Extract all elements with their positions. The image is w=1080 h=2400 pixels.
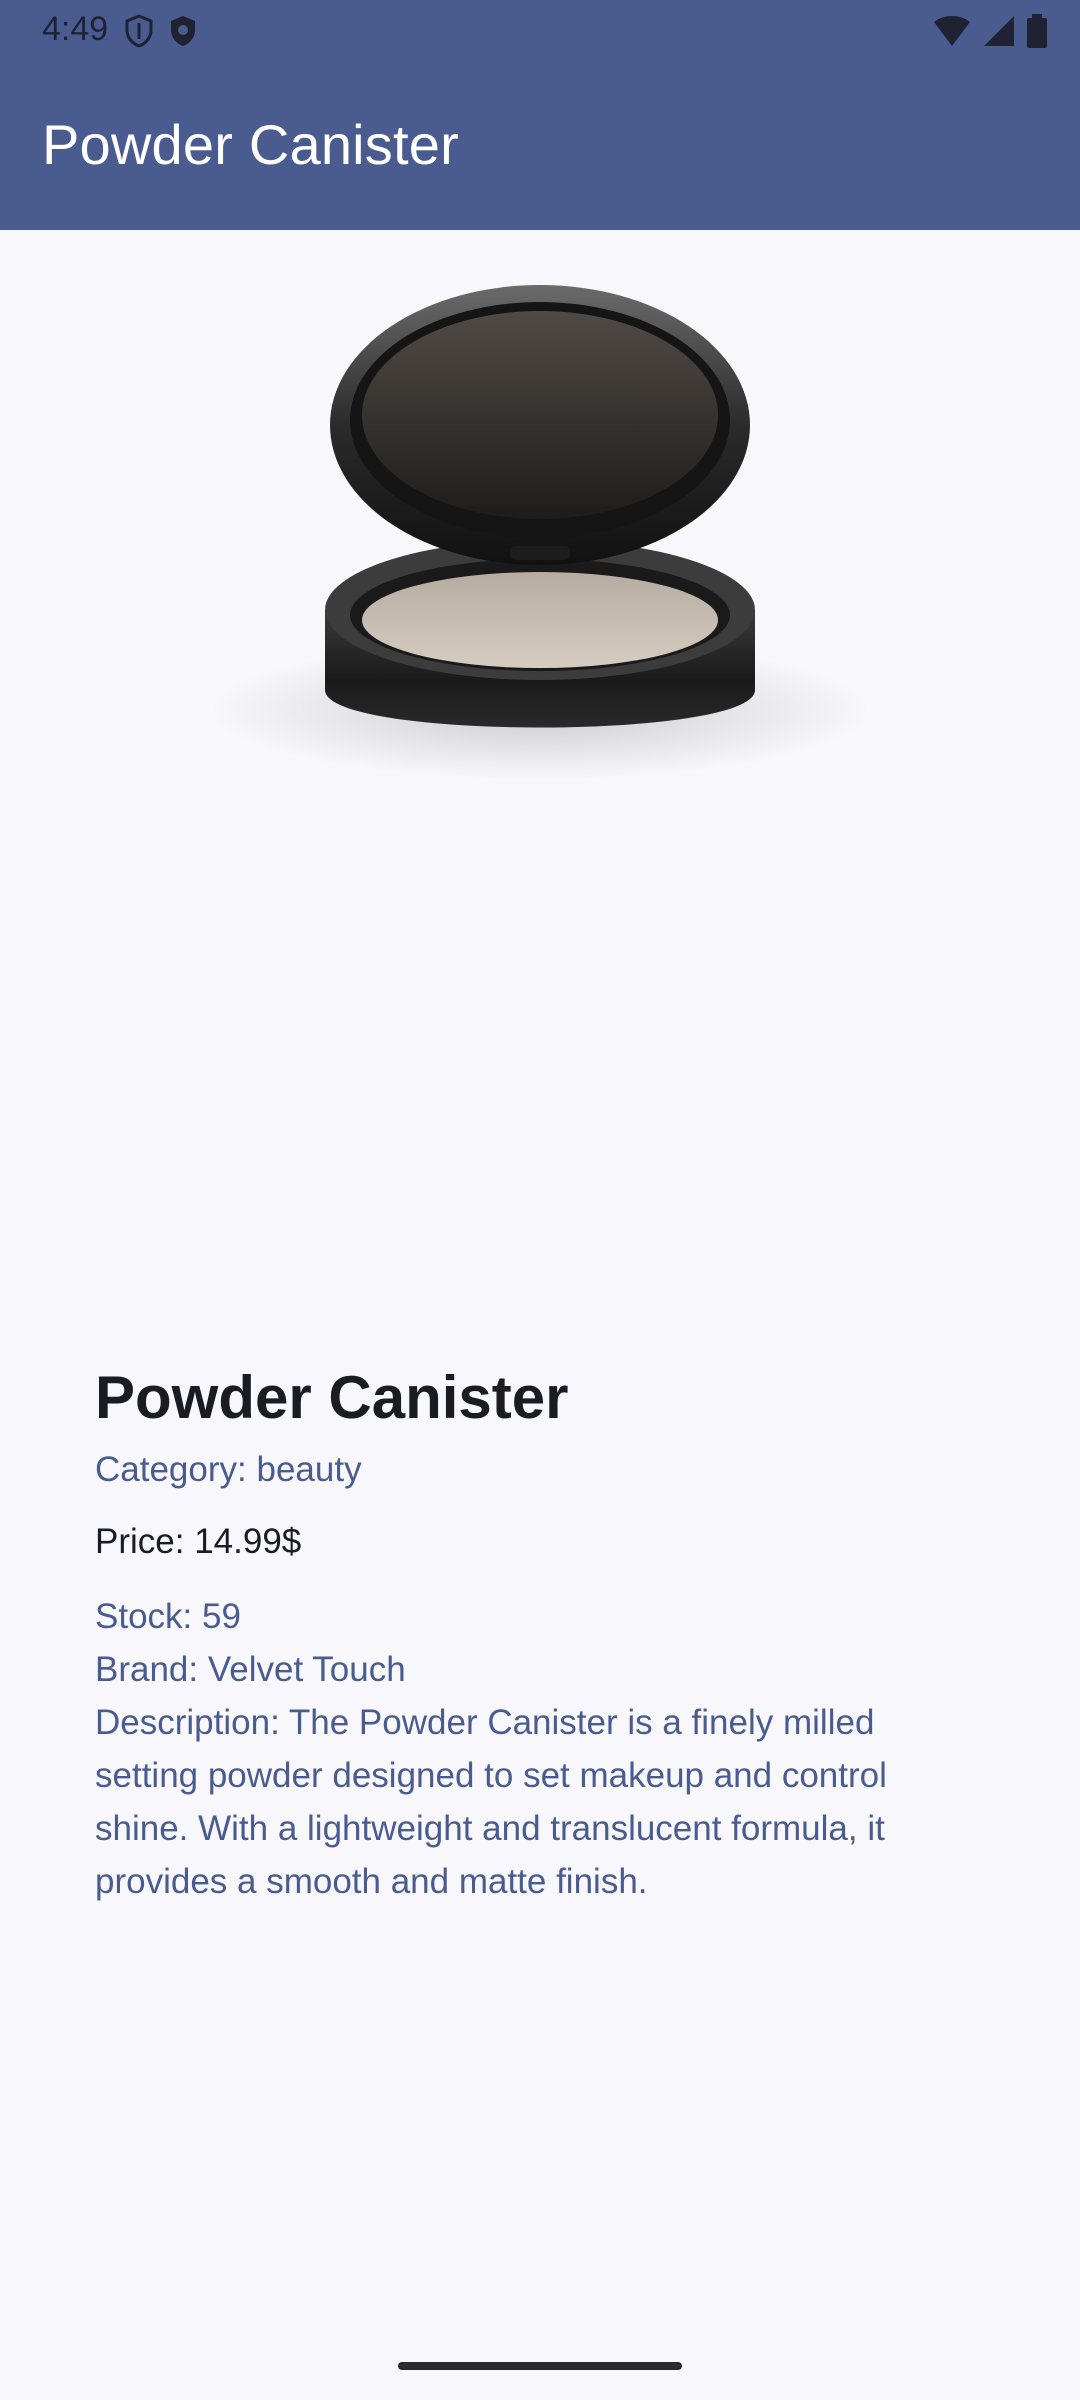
cellular-signal-icon (982, 14, 1016, 53)
description-label: Description: (95, 1703, 280, 1742)
app-bar: Powder Canister (0, 62, 1080, 230)
shield-solid-icon (168, 14, 198, 53)
status-right-icons (932, 14, 1048, 53)
price-value: 14.99$ (194, 1522, 302, 1561)
wifi-icon (932, 14, 972, 53)
status-left-icons (124, 14, 198, 53)
brand-value: Velvet Touch (207, 1650, 406, 1689)
status-bar: 4:49 (0, 0, 1080, 62)
battery-icon (1026, 14, 1048, 53)
stock-label: Stock: (95, 1597, 193, 1636)
status-time: 4:49 (42, 10, 109, 48)
stock-value: 59 (202, 1597, 241, 1636)
brand-row: Brand: Velvet Touch (95, 1643, 975, 1696)
product-category: Category: beauty (95, 1446, 975, 1494)
description-row: Description: The Powder Canister is a fi… (95, 1696, 975, 1908)
app-bar-title: Powder Canister (42, 113, 459, 176)
category-label: Category: (95, 1450, 247, 1489)
stock-row: Stock: 59 (95, 1590, 975, 1643)
product-name: Powder Canister (95, 1364, 569, 1431)
category-value: beauty (256, 1450, 362, 1489)
product-price: Price: 14.99$ (95, 1518, 975, 1566)
product-info: Powder Canister Category: beauty Price: … (95, 1360, 975, 1908)
shield-icon (124, 14, 154, 53)
brand-label: Brand: (95, 1650, 199, 1689)
price-label: Price: (95, 1522, 185, 1561)
home-indicator[interactable] (398, 2362, 682, 2370)
product-details: Stock: 59 Brand: Velvet Touch Descriptio… (95, 1590, 975, 1908)
product-image (180, 250, 900, 810)
